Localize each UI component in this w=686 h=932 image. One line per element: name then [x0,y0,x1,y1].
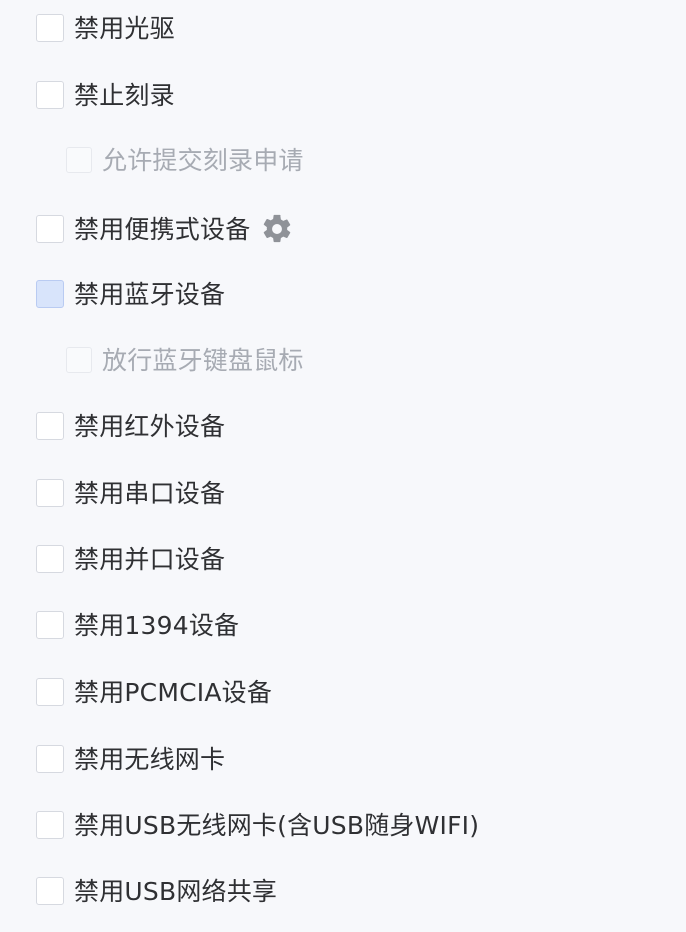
option-disable-pcmcia[interactable]: 禁用PCMCIA设备 [36,672,272,712]
checkbox-disable-1394[interactable] [36,611,64,639]
label-disable-1394: 禁用1394设备 [74,610,240,640]
checkbox-disable-usb-tethering[interactable] [36,877,64,905]
option-disable-cd[interactable]: 禁用光驱 [36,8,175,48]
checkbox-disable-cd[interactable] [36,14,64,42]
checkbox-disable-burn[interactable] [36,81,64,109]
option-disable-infrared[interactable]: 禁用红外设备 [36,406,225,446]
checkbox-disable-infrared[interactable] [36,412,64,440]
label-disable-burn: 禁止刻录 [74,80,175,110]
label-allow-burn-request: 允许提交刻录申请 [102,145,304,175]
option-disable-parallel[interactable]: 禁用并口设备 [36,539,225,579]
option-disable-usb-tethering[interactable]: 禁用USB网络共享 [36,871,277,911]
option-allow-bluetooth-keyboard-mouse: 放行蓝牙键盘鼠标 [66,340,304,380]
label-disable-usb-tethering: 禁用USB网络共享 [74,876,278,906]
checkbox-disable-bluetooth[interactable] [36,280,64,308]
device-control-panel: 禁用光驱 禁止刻录 允许提交刻录申请 禁用便携式设备 禁用蓝牙设备 放行蓝牙键盘… [0,0,686,932]
option-disable-wireless-card[interactable]: 禁用无线网卡 [36,739,225,779]
option-allow-burn-request: 允许提交刻录申请 [66,140,304,180]
label-disable-bluetooth: 禁用蓝牙设备 [74,279,226,309]
checkbox-disable-usb-wireless-card[interactable] [36,811,64,839]
label-disable-parallel: 禁用并口设备 [74,544,226,574]
option-disable-burn[interactable]: 禁止刻录 [36,75,175,115]
label-disable-usb-wireless-card: 禁用USB无线网卡(含USB随身WIFI) [74,810,480,840]
checkbox-allow-burn-request [66,147,92,173]
option-disable-usb-wireless-card[interactable]: 禁用USB无线网卡(含USB随身WIFI) [36,805,479,845]
label-disable-wireless-card: 禁用无线网卡 [74,744,226,774]
checkbox-disable-pcmcia[interactable] [36,678,64,706]
option-disable-1394[interactable]: 禁用1394设备 [36,605,239,645]
label-disable-serial: 禁用串口设备 [74,478,226,508]
label-disable-infrared: 禁用红外设备 [74,411,226,441]
checkbox-disable-serial[interactable] [36,479,64,507]
gear-icon[interactable] [260,212,294,246]
checkbox-disable-parallel[interactable] [36,545,64,573]
label-disable-portable-device: 禁用便携式设备 [74,214,251,244]
label-disable-pcmcia: 禁用PCMCIA设备 [74,677,273,707]
checkbox-disable-wireless-card[interactable] [36,745,64,773]
checkbox-disable-portable-device[interactable] [36,215,64,243]
label-allow-bluetooth-keyboard-mouse: 放行蓝牙键盘鼠标 [102,345,304,375]
option-disable-portable-device[interactable]: 禁用便携式设备 [36,209,294,249]
option-disable-bluetooth[interactable]: 禁用蓝牙设备 [36,274,225,314]
label-disable-cd: 禁用光驱 [74,13,175,43]
checkbox-allow-bluetooth-keyboard-mouse [66,347,92,373]
option-disable-serial[interactable]: 禁用串口设备 [36,473,225,513]
